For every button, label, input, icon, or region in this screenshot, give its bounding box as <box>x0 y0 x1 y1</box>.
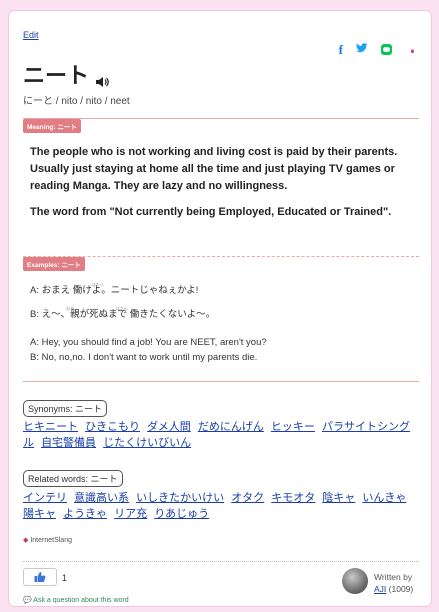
thumbs-up-icon <box>34 572 46 582</box>
examples-section: はたら A: おまえ 働けよ。ニートじゃねぇかよ! おや し はたら B: え〜… <box>30 281 415 365</box>
related-word-link[interactable]: いんきゃ <box>362 492 406 504</box>
tag-icon: ◆ <box>23 537 29 544</box>
examples-label: Examples: ニート <box>23 257 85 271</box>
facebook-icon[interactable]: f <box>339 43 343 56</box>
synonym-link[interactable]: 自宅警備員 <box>41 437 96 449</box>
synonym-link[interactable]: ヒッキー <box>271 421 315 433</box>
related-word-link[interactable]: 意識高い系 <box>74 492 129 504</box>
word-title: ニート <box>23 63 90 88</box>
synonyms-divider <box>23 381 419 382</box>
example-jp-2: おや し はたら B: え〜、親が死ぬまで 働きたくないよ〜。 <box>30 306 216 320</box>
synonym-link[interactable]: じたくけいびいん <box>103 437 191 449</box>
speaker-icon[interactable] <box>95 68 109 87</box>
synonym-link[interactable]: だめにんげん <box>198 421 264 433</box>
hashtag-label: InternetSlang <box>30 537 72 544</box>
meaning-label: Meaning: ニート <box>23 119 81 133</box>
related-list: インテリ 意識高い系 いしきたかいけい オタク キモオタ 陰キャ いんきゃ 陽キ… <box>23 490 423 522</box>
written-by-label: Written by <box>374 572 413 582</box>
related-word-link[interactable]: いしきたかいけい <box>136 492 224 504</box>
meaning-paragraph: The people who is not working and living… <box>30 146 398 192</box>
author-count: (1009) <box>388 584 414 594</box>
synonyms-label: Synonyms: ニート <box>23 400 108 417</box>
meaning-section: The people who is not working and living… <box>30 144 415 230</box>
synonym-link[interactable]: ダメ人間 <box>147 421 191 433</box>
author-block: Written by AJI (1009) <box>374 571 413 595</box>
like-count: 1 <box>62 573 68 583</box>
example-en-2: B: No, no,no. I don't want to work until… <box>30 352 258 363</box>
line-icon[interactable] <box>381 44 392 55</box>
related-word-link[interactable]: オタク <box>231 492 264 504</box>
avatar[interactable] <box>342 568 368 594</box>
synonyms-list: ヒキニート ひきこもり ダメ人間 だめにんげん ヒッキー パラサイトシングル 自… <box>23 419 423 451</box>
example-jp-1: はたら A: おまえ 働けよ。ニートじゃねぇかよ! <box>30 282 199 296</box>
meaning-divider <box>23 118 419 119</box>
footer-divider <box>23 561 419 562</box>
share-bar: f ••• <box>339 43 417 56</box>
twitter-icon[interactable] <box>356 43 368 56</box>
like-button[interactable] <box>23 568 57 586</box>
synonym-link[interactable]: ヒキニート <box>23 421 78 433</box>
reading-text: にーと / nito / nito / neet <box>23 96 130 107</box>
page-title: ニート <box>23 58 109 90</box>
meaning-origin: The word from "Not currently being Emplo… <box>30 206 392 218</box>
example-en-1: A: Hey, you should find a job! You are N… <box>30 337 267 348</box>
word-card: Edit f ••• ニート にーと / nito / nito / neet … <box>8 10 432 607</box>
hashtag[interactable]: ◆ InternetSlang <box>23 536 72 544</box>
synonym-link[interactable]: ひきこもり <box>85 421 140 433</box>
related-label: Related words: ニート <box>23 470 123 487</box>
more-icon[interactable]: ••• <box>405 49 417 51</box>
ask-question-link[interactable]: 💬 Ask a question about this word <box>23 596 129 604</box>
related-word-link[interactable]: リア充 <box>114 508 147 520</box>
related-word-link[interactable]: ようきゃ <box>63 508 107 520</box>
edit-link[interactable]: Edit <box>23 30 39 40</box>
related-word-link[interactable]: キモオタ <box>271 492 315 504</box>
related-word-link[interactable]: インテリ <box>23 492 67 504</box>
related-word-link[interactable]: 陽キャ <box>23 508 56 520</box>
author-link[interactable]: AJI <box>374 584 386 594</box>
related-word-link[interactable]: りあじゅう <box>154 508 209 520</box>
chat-icon: 💬 <box>23 597 32 604</box>
related-word-link[interactable]: 陰キャ <box>322 492 355 504</box>
